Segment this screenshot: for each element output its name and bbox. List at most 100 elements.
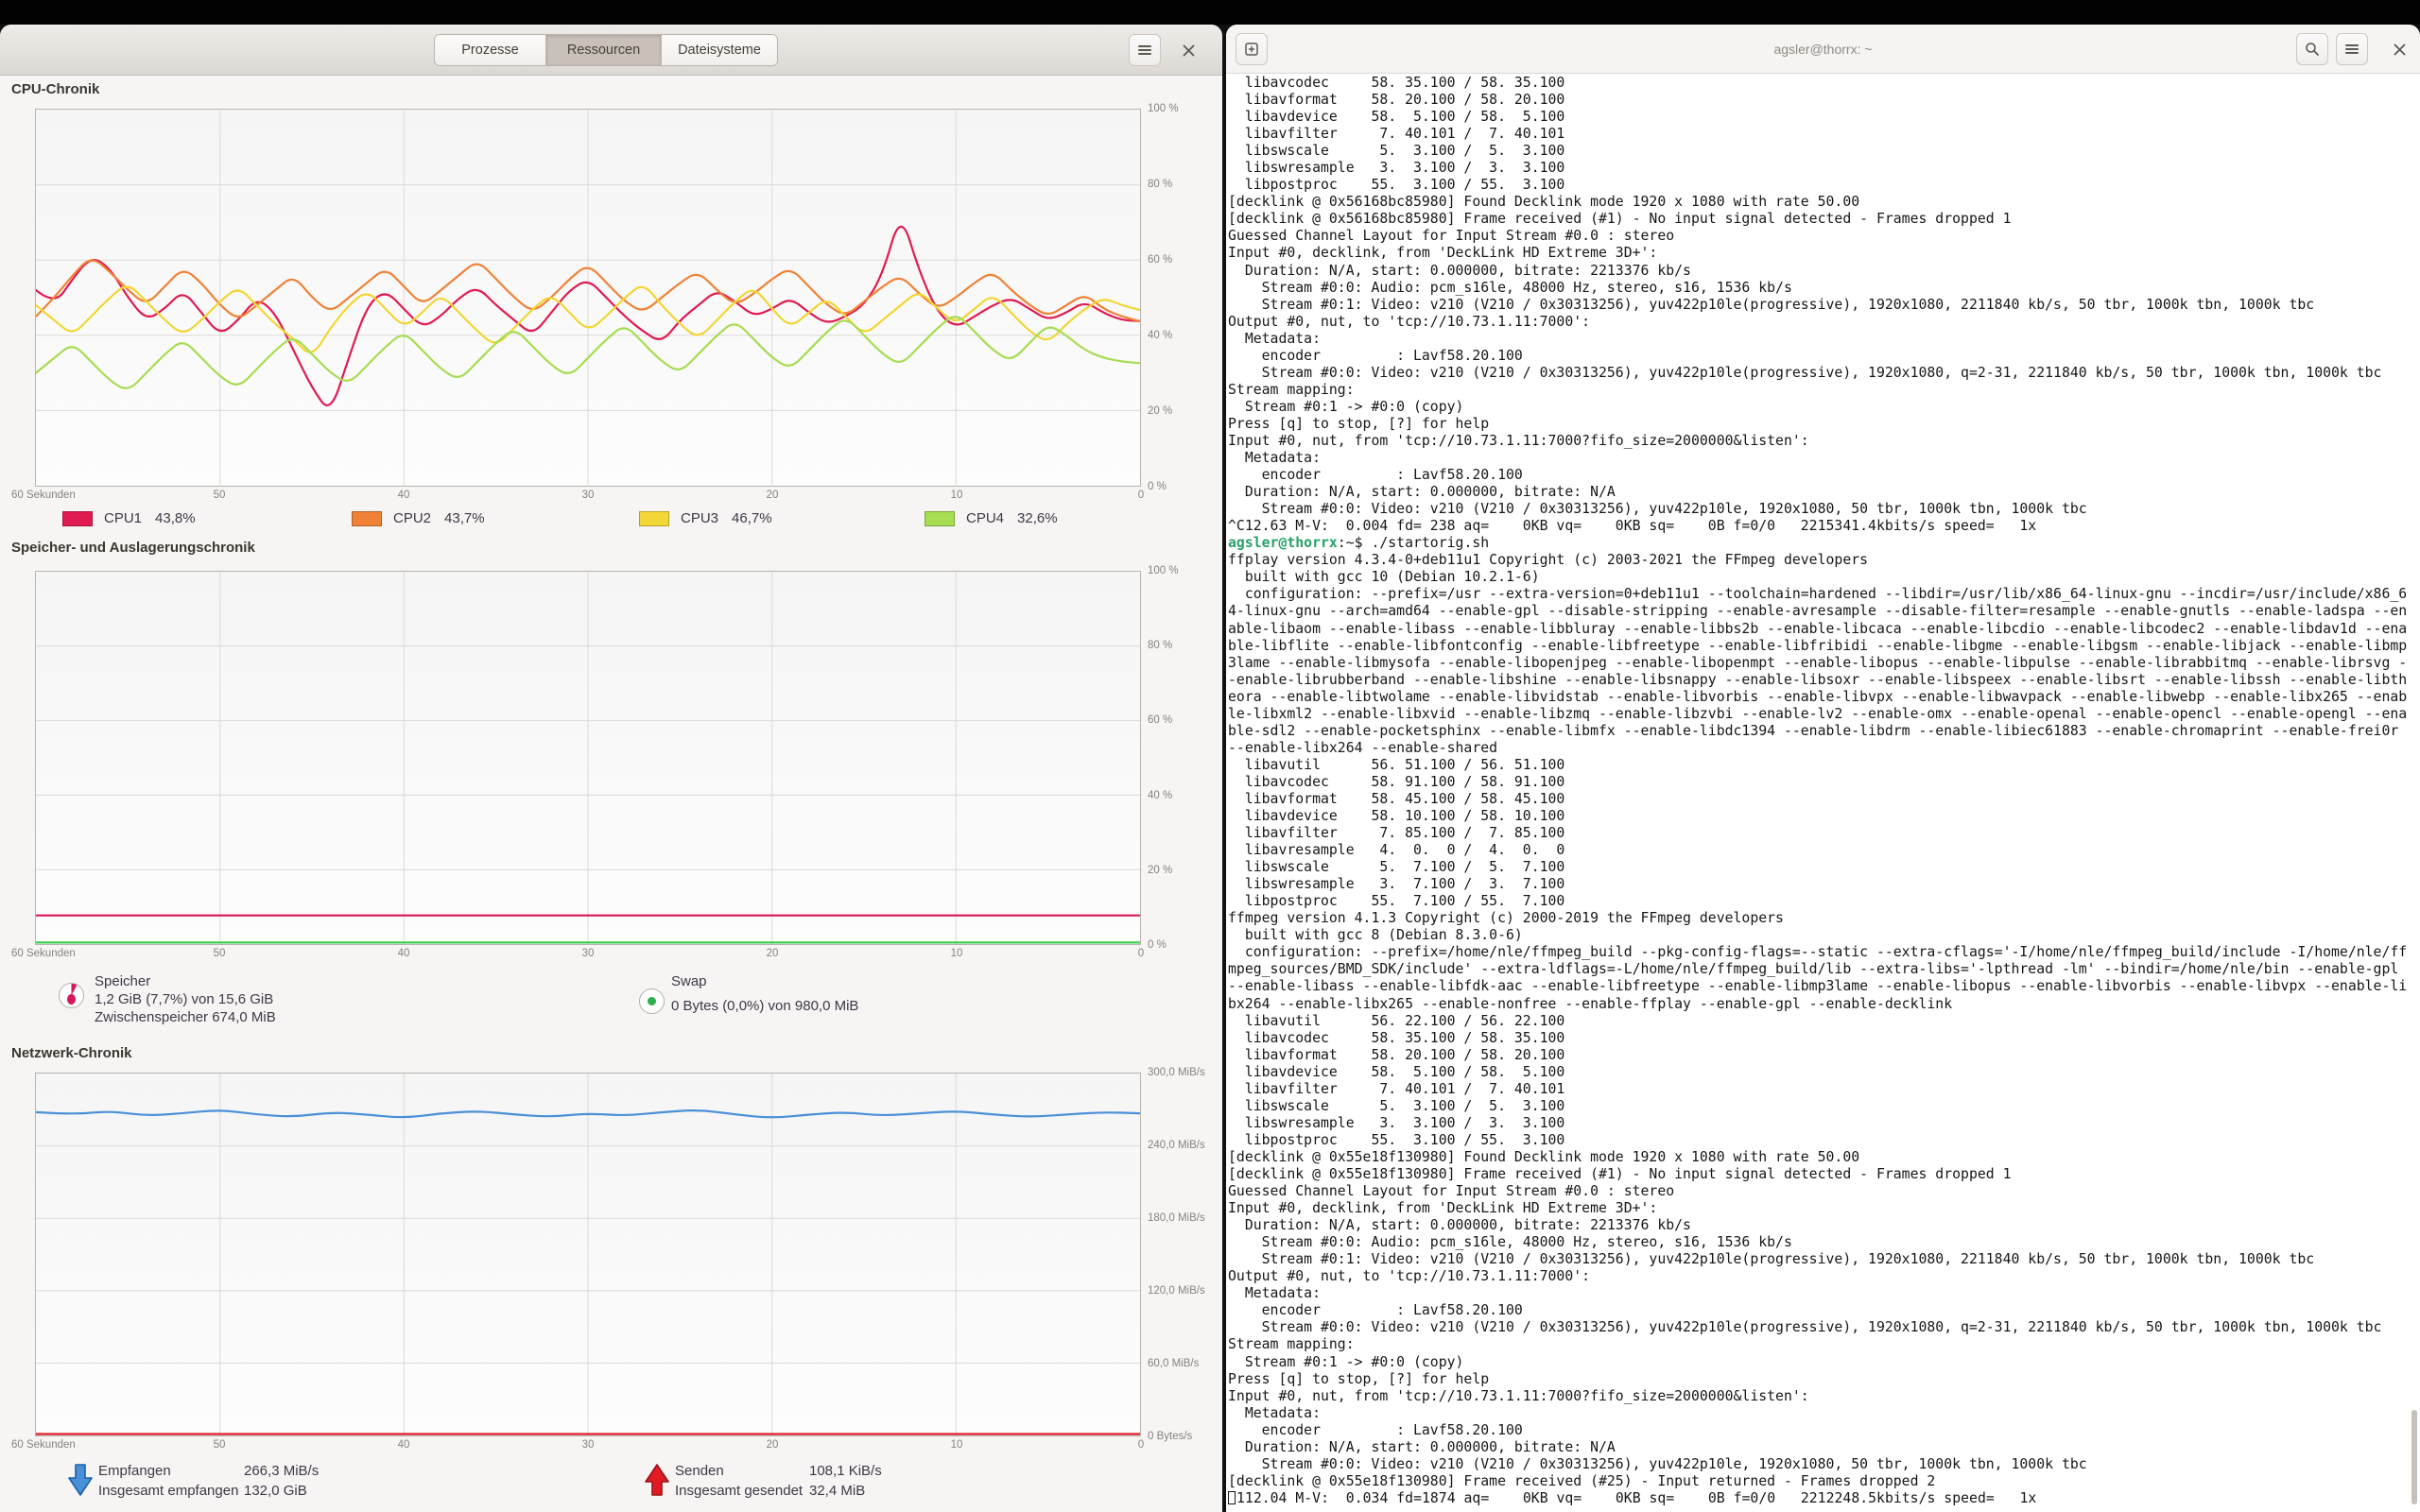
terminal-line: Output #0, nut, to 'tcp://10.73.1.11:700… [1228, 314, 2415, 331]
terminal-line: [decklink @ 0x56168bc85980] Found Deckli… [1228, 194, 2415, 211]
terminal-line: configuration: --prefix=/home/nle/ffmpeg… [1228, 944, 2415, 961]
terminal-line: Stream #0:0: Video: v210 (V210 / 0x30313… [1228, 365, 2415, 382]
tab-dateisysteme[interactable]: Dateisysteme [662, 35, 777, 65]
terminal-line: Input #0, decklink, from 'DeckLink HD Ex… [1228, 245, 2415, 262]
legend-color-swatch [925, 511, 955, 526]
menu-button[interactable] [1129, 34, 1161, 66]
terminal-line: libswscale 5. 3.100 / 5. 3.100 [1228, 143, 2415, 160]
terminal-line: Metadata: [1228, 1285, 2415, 1302]
terminal-line: libswresample 3. 7.100 / 3. 7.100 [1228, 876, 2415, 893]
terminal-line: libswresample 3. 3.100 / 3. 3.100 [1228, 160, 2415, 177]
close-button[interactable] [1172, 34, 1204, 66]
terminal-line: ble-sdl2 --enable-pocketsphinx --enable-… [1228, 723, 2415, 740]
cpu-legend: CPU143,8%CPU243,7%CPU346,7%CPU432,6% [0, 510, 1222, 531]
axis-tick-label: 10 [951, 948, 963, 959]
terminal-line: Stream #0:0: Video: v210 (V210 / 0x30313… [1228, 1319, 2415, 1336]
terminal-line: Press [q] to stop, [?] for help [1228, 416, 2415, 433]
terminal-line: mpeg_sources/BMD_SDK/include' --extra-ld… [1228, 961, 2415, 978]
terminal-line: libavformat 58. 20.100 / 58. 20.100 [1228, 1047, 2415, 1064]
memory-section-title: Speicher- und Auslagerungschronik [11, 540, 255, 556]
terminal-scrollbar[interactable] [2411, 1410, 2417, 1504]
terminal-menu-button[interactable] [2336, 33, 2368, 65]
cpu-legend-item: CPU4 32,6% [925, 510, 1058, 526]
tab-ressourcen[interactable]: Ressourcen [546, 35, 662, 65]
terminal-line: libavfilter 7. 85.100 / 7. 85.100 [1228, 825, 2415, 842]
received-total-label: Insgesamt empfangen [98, 1483, 238, 1499]
axis-tick-label: 0 % [1148, 480, 1219, 493]
terminal-line: Stream #0:1 -> #0:0 (copy) [1228, 399, 2415, 416]
cpu-x-axis-labels: 60 Sekunden50403020100 [11, 490, 1155, 503]
terminal-line: ble-libflite --enable-libfontconfig --en… [1228, 638, 2415, 655]
axis-tick-label: 40 [398, 490, 410, 501]
terminal-output[interactable]: libavcodec 58. 35.100 / 58. 35.100 libav… [1228, 75, 2415, 1512]
axis-tick-label: 40 [398, 1439, 410, 1451]
axis-tick-label: 60 Sekunden [11, 490, 76, 501]
terminal-line: libavresample 4. 0. 0 / 4. 0. 0 [1228, 842, 2415, 859]
new-tab-icon [1244, 42, 1259, 57]
tab-prozesse[interactable]: Prozesse [435, 35, 546, 65]
network-x-axis-labels: 60 Sekunden50403020100 [11, 1439, 1155, 1452]
terminal-line: Stream mapping: [1228, 382, 2415, 399]
memory-chart-canvas [36, 572, 1140, 944]
terminal-line: Input #0, nut, from 'tcp://10.73.1.11:70… [1228, 433, 2415, 450]
view-tab-group: Prozesse Ressourcen Dateisysteme [434, 34, 778, 66]
terminal-line: libswscale 5. 3.100 / 5. 3.100 [1228, 1098, 2415, 1115]
terminal-line: Duration: N/A, start: 0.000000, bitrate:… [1228, 484, 2415, 501]
terminal-line: encoder : Lavf58.20.100 [1228, 1302, 2415, 1319]
terminal-line: ffplay version 4.3.4-0+deb11u1 Copyright… [1228, 552, 2415, 569]
terminal-line: agsler@thorrx:~$ ./startorig.sh [1228, 535, 2415, 552]
terminal-line: libswscale 5. 7.100 / 5. 7.100 [1228, 859, 2415, 876]
cpu-chart-canvas [36, 110, 1140, 486]
swap-usage-value: 0 Bytes (0,0%) von 980,0 MiB [671, 998, 858, 1014]
terminal-line: [decklink @ 0x55e18f130980] Frame receiv… [1228, 1166, 2415, 1183]
cpu-legend-item: CPU143,8% [62, 510, 196, 526]
download-arrow-icon [68, 1463, 93, 1497]
terminal-line: -enable-librubberband --enable-libshine … [1228, 672, 2415, 689]
axis-tick-label: 0 Bytes/s [1148, 1430, 1219, 1443]
terminal-line: eora --enable-libtwolame --enable-libvid… [1228, 689, 2415, 706]
legend-cpu-name: CPU4 [966, 510, 1004, 526]
terminal-text-segment: agsler@thorrx [1228, 535, 1338, 551]
legend-color-swatch [639, 511, 669, 526]
axis-tick-label: 20 % [1148, 404, 1219, 418]
terminal-close-button[interactable] [2383, 33, 2415, 65]
terminal-line: libavdevice 58. 10.100 / 58. 10.100 [1228, 808, 2415, 825]
axis-tick-label: 60 % [1148, 253, 1219, 266]
legend-color-swatch [352, 511, 382, 526]
axis-tick-label: 20 [767, 1439, 779, 1451]
terminal-line: Input #0, nut, from 'tcp://10.73.1.11:70… [1228, 1388, 2415, 1405]
cpu-y-axis-labels: 100 %80 %60 %40 %20 %0 % [1148, 102, 1219, 493]
axis-tick-label: 300,0 MiB/s [1148, 1066, 1219, 1079]
terminal-line: Duration: N/A, start: 0.000000, bitrate:… [1228, 263, 2415, 280]
terminal-line: 112.04 M-V: 0.034 fd=1874 aq= 0KB vq= 0K… [1228, 1490, 2415, 1507]
axis-tick-label: 120,0 MiB/s [1148, 1284, 1219, 1297]
network-section-title: Netzwerk-Chronik [11, 1045, 132, 1061]
new-tab-button[interactable] [1236, 33, 1268, 65]
terminal-line: ffmpeg version 4.1.3 Copyright (c) 2000-… [1228, 910, 2415, 927]
terminal-line: libavcodec 58. 35.100 / 58. 35.100 [1228, 1030, 2415, 1047]
legend-cpu-value: 32,6% [1017, 510, 1058, 526]
received-rate-value: 266,3 MiB/s [244, 1463, 319, 1479]
terminal-line: libavdevice 58. 5.100 / 58. 5.100 [1228, 1064, 2415, 1081]
axis-tick-label: 40 [398, 948, 410, 959]
terminal-line: Stream #0:0: Video: v210 (V210 / 0x30313… [1228, 1456, 2415, 1473]
terminal-line: --enable-libx264 --enable-shared [1228, 740, 2415, 757]
terminal-line: able-libaom --enable-libass --enable-lib… [1228, 621, 2415, 638]
axis-tick-label: 0 [1138, 490, 1144, 501]
axis-tick-label: 50 [214, 948, 226, 959]
terminal-text-segment: 112.04 M-V: 0.034 fd=1874 aq= 0KB vq= 0K… [1236, 1490, 2036, 1506]
terminal-line: libavdevice 58. 5.100 / 58. 5.100 [1228, 109, 2415, 126]
legend-cpu-value: 43,8% [155, 510, 196, 526]
cpu-legend-item: CPU3 46,7% [639, 510, 772, 526]
network-y-axis-labels: 300,0 MiB/s240,0 MiB/s180,0 MiB/s120,0 M… [1148, 1066, 1219, 1443]
terminal-window: agsler@thorrx: ~ libavcodec 58. 35.100 /… [1226, 25, 2420, 1512]
legend-cpu-name: CPU3 [681, 510, 718, 526]
terminal-line: configuration: --prefix=/usr --extra-ver… [1228, 586, 2415, 603]
terminal-line: Metadata: [1228, 450, 2415, 467]
legend-cpu-value: 46,7% [732, 510, 772, 526]
search-button[interactable] [2296, 33, 2328, 65]
legend-cpu-value: 43,7% [444, 510, 485, 526]
axis-tick-label: 80 % [1148, 639, 1219, 652]
terminal-line: libpostproc 55. 3.100 / 55. 3.100 [1228, 1132, 2415, 1149]
terminal-text-segment: :~$ ./startorig.sh [1338, 535, 1489, 551]
